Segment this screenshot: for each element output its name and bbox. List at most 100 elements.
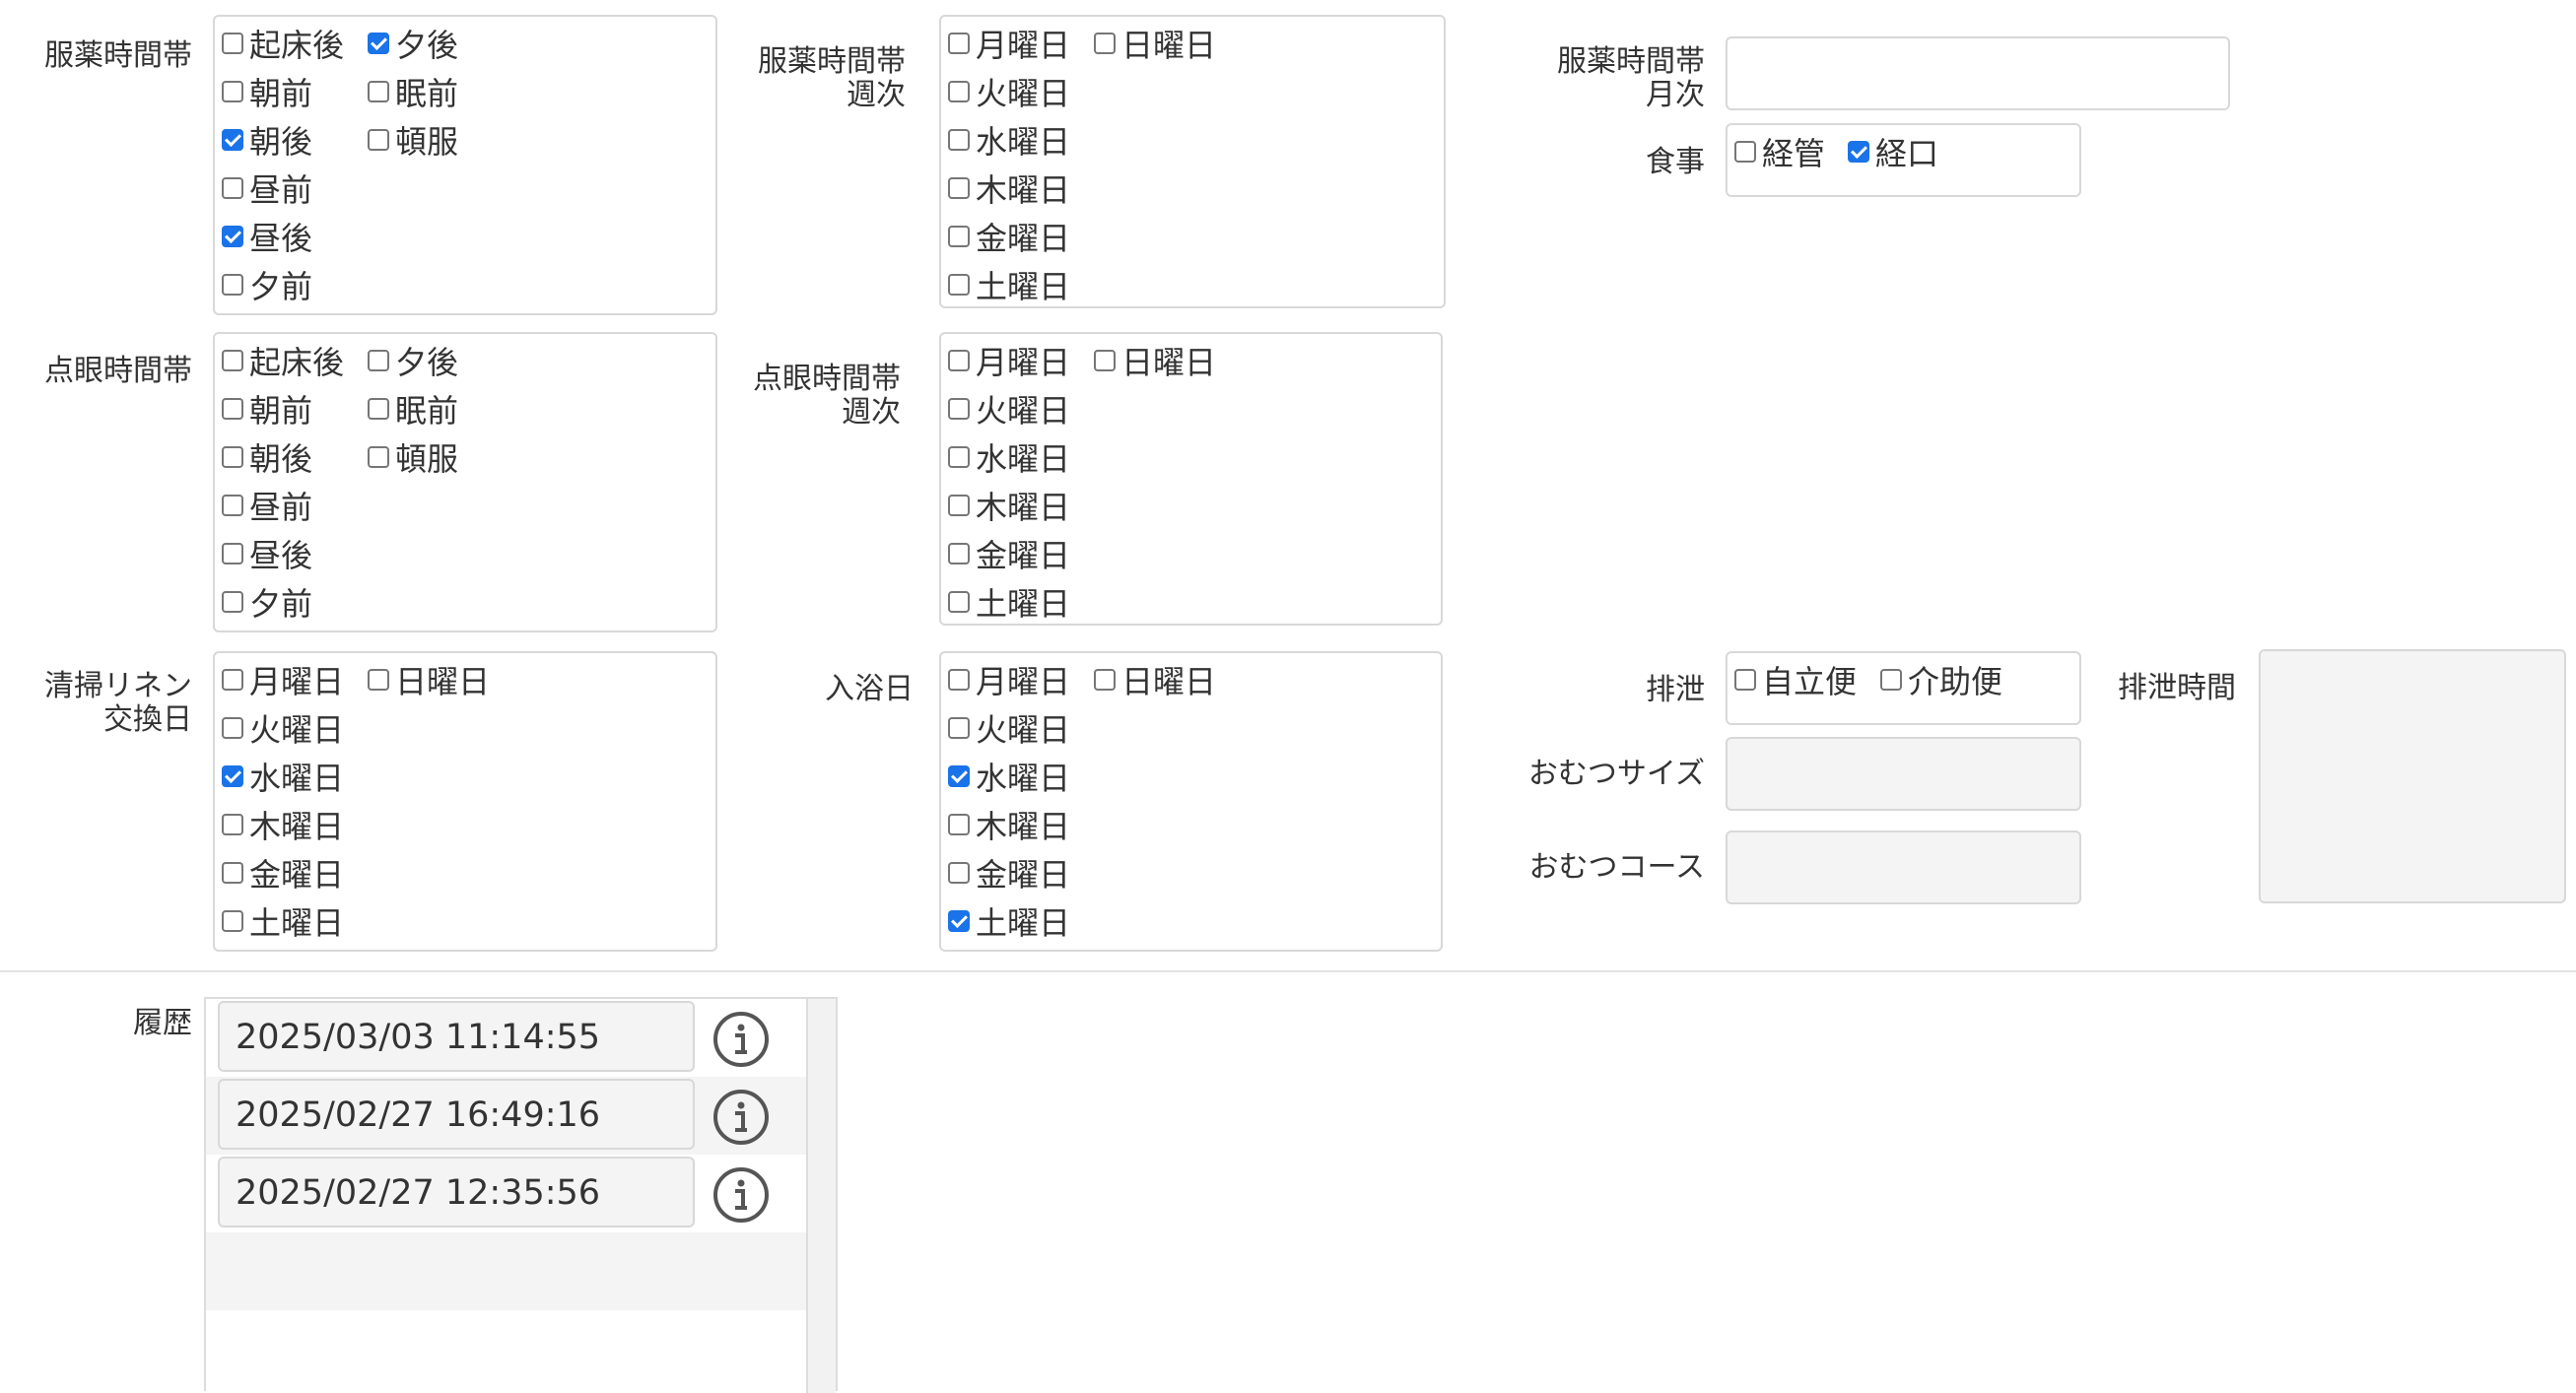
linen-day-option[interactable]: 土曜日: [222, 901, 344, 942]
bath-day-option[interactable]: 木曜日: [948, 805, 1070, 845]
eye-week-option[interactable]: 水曜日: [948, 437, 1070, 478]
checkbox[interactable]: [1734, 141, 1756, 163]
checkbox[interactable]: [368, 398, 389, 420]
linen-day-option[interactable]: 月曜日: [222, 660, 344, 700]
checkbox[interactable]: [368, 81, 389, 102]
checkbox[interactable]: [948, 669, 970, 691]
checkbox[interactable]: [948, 495, 970, 516]
excretion-time-field[interactable]: [2259, 649, 2566, 903]
eye-week-option[interactable]: 金曜日: [948, 534, 1070, 574]
checkbox[interactable]: [948, 765, 970, 787]
checkbox[interactable]: [1094, 350, 1116, 371]
eye-time-option[interactable]: 昼後: [222, 534, 312, 574]
med-time-option[interactable]: 朝後: [222, 120, 312, 161]
checkbox[interactable]: [948, 129, 970, 151]
med-monthly-input[interactable]: [1726, 36, 2230, 110]
checkbox[interactable]: [222, 398, 243, 420]
checkbox[interactable]: [368, 33, 389, 54]
checkbox[interactable]: [948, 226, 970, 247]
linen-day-option[interactable]: 水曜日: [222, 757, 344, 797]
med-time-option[interactable]: 頓服: [368, 120, 458, 161]
eye-time-option[interactable]: 朝後: [222, 437, 312, 478]
med-time-option[interactable]: 朝前: [222, 72, 312, 112]
bath-day-option[interactable]: 月曜日: [948, 660, 1070, 700]
med-time-option[interactable]: 昼後: [222, 217, 312, 257]
eye-week-option[interactable]: 火曜日: [948, 389, 1070, 430]
checkbox[interactable]: [222, 129, 243, 151]
med-week-option[interactable]: 月曜日: [948, 24, 1070, 64]
checkbox[interactable]: [368, 446, 389, 468]
meal-option[interactable]: 経管: [1734, 132, 1825, 172]
checkbox[interactable]: [948, 177, 970, 199]
meal-option[interactable]: 経口: [1848, 132, 1938, 172]
checkbox[interactable]: [222, 274, 243, 296]
eye-time-option[interactable]: 眠前: [368, 389, 458, 430]
eye-week-option[interactable]: 月曜日: [948, 341, 1070, 381]
bath-day-option[interactable]: 日曜日: [1094, 660, 1216, 700]
eye-time-option[interactable]: 夕前: [222, 582, 312, 623]
checkbox[interactable]: [222, 177, 243, 199]
checkbox[interactable]: [222, 543, 243, 564]
checkbox[interactable]: [222, 591, 243, 613]
checkbox[interactable]: [948, 717, 970, 739]
checkbox[interactable]: [222, 669, 243, 691]
checkbox[interactable]: [1094, 669, 1116, 691]
med-week-option[interactable]: 土曜日: [948, 265, 1070, 305]
checkbox[interactable]: [948, 81, 970, 102]
linen-day-option[interactable]: 火曜日: [222, 708, 344, 749]
med-week-option[interactable]: 火曜日: [948, 72, 1070, 112]
checkbox[interactable]: [1094, 33, 1116, 54]
checkbox[interactable]: [222, 717, 243, 739]
med-time-option[interactable]: 眠前: [368, 72, 458, 112]
history-timestamp-field[interactable]: 2025/02/27 12:35:56: [218, 1157, 695, 1227]
checkbox[interactable]: [1848, 141, 1869, 163]
checkbox[interactable]: [222, 814, 243, 835]
checkbox[interactable]: [948, 398, 970, 420]
checkbox[interactable]: [948, 274, 970, 296]
med-week-option[interactable]: 木曜日: [948, 168, 1070, 209]
checkbox[interactable]: [368, 350, 389, 371]
eye-time-option[interactable]: 昼前: [222, 486, 312, 526]
checkbox[interactable]: [222, 226, 243, 247]
eye-time-option[interactable]: 朝前: [222, 389, 312, 430]
checkbox[interactable]: [222, 81, 243, 102]
history-timestamp-field[interactable]: 2025/02/27 16:49:16: [218, 1079, 695, 1150]
checkbox[interactable]: [222, 446, 243, 468]
checkbox[interactable]: [1880, 669, 1902, 691]
checkbox[interactable]: [222, 910, 243, 932]
med-time-option[interactable]: 起床後: [222, 24, 344, 64]
info-icon[interactable]: [712, 1010, 771, 1069]
med-time-option[interactable]: 昼前: [222, 168, 312, 209]
bath-day-option[interactable]: 火曜日: [948, 708, 1070, 749]
eye-week-option[interactable]: 日曜日: [1094, 341, 1216, 381]
checkbox[interactable]: [948, 814, 970, 835]
checkbox[interactable]: [222, 33, 243, 54]
med-week-option[interactable]: 日曜日: [1094, 24, 1216, 64]
checkbox[interactable]: [368, 669, 389, 691]
eye-week-option[interactable]: 土曜日: [948, 582, 1070, 623]
excretion-option[interactable]: 自立便: [1734, 660, 1857, 700]
bath-day-option[interactable]: 金曜日: [948, 853, 1070, 894]
info-icon[interactable]: [712, 1165, 771, 1225]
checkbox[interactable]: [948, 591, 970, 613]
checkbox[interactable]: [948, 446, 970, 468]
med-time-option[interactable]: 夕後: [368, 24, 458, 64]
eye-time-option[interactable]: 頓服: [368, 437, 458, 478]
eye-week-option[interactable]: 木曜日: [948, 486, 1070, 526]
checkbox[interactable]: [222, 495, 243, 516]
info-icon[interactable]: [712, 1088, 771, 1147]
history-timestamp-field[interactable]: 2025/03/03 11:14:55: [218, 1001, 695, 1072]
bath-day-option[interactable]: 土曜日: [948, 901, 1070, 942]
linen-day-option[interactable]: 日曜日: [368, 660, 490, 700]
diaper-size-field[interactable]: [1726, 737, 2081, 811]
checkbox[interactable]: [948, 910, 970, 932]
eye-time-option[interactable]: 夕後: [368, 341, 458, 381]
checkbox[interactable]: [222, 862, 243, 884]
med-week-option[interactable]: 水曜日: [948, 120, 1070, 161]
checkbox[interactable]: [948, 33, 970, 54]
linen-day-option[interactable]: 金曜日: [222, 853, 344, 894]
checkbox[interactable]: [948, 862, 970, 884]
med-time-option[interactable]: 夕前: [222, 265, 312, 305]
history-scrollbar[interactable]: [806, 999, 836, 1393]
eye-time-option[interactable]: 起床後: [222, 341, 344, 381]
